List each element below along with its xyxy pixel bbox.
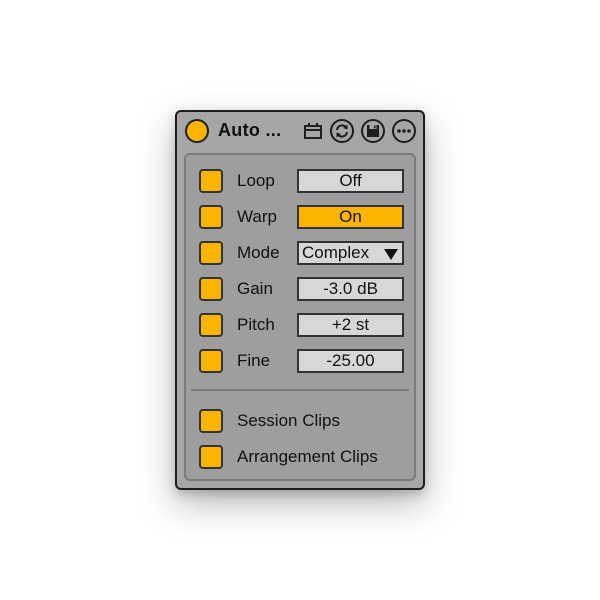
pitch-checkbox[interactable] — [199, 313, 223, 337]
device-panel: Loop Off Warp On Mode Complex Gain -3.0 … — [184, 153, 416, 481]
param-row-pitch: Pitch +2 st — [186, 312, 414, 338]
save-icon[interactable] — [361, 119, 385, 143]
gain-checkbox[interactable] — [199, 277, 223, 301]
param-row-fine: Fine -25.00 — [186, 348, 414, 374]
loop-checkbox[interactable] — [199, 169, 223, 193]
device-window: Auto ... Loop Off Warp On Mode Complex G… — [175, 110, 425, 490]
device-titlebar: Auto ... — [177, 112, 423, 150]
pitch-label: Pitch — [237, 315, 275, 334]
section-divider — [191, 389, 409, 391]
arrangement-clips-label: Arrangement Clips — [237, 447, 378, 466]
mode-dropdown-value: Complex — [302, 243, 370, 262]
mode-dropdown[interactable]: Complex — [297, 241, 404, 265]
device-power-button[interactable] — [185, 119, 209, 143]
pitch-field[interactable]: +2 st — [297, 313, 404, 337]
fine-checkbox[interactable] — [199, 349, 223, 373]
session-clips-checkbox[interactable] — [199, 409, 223, 433]
param-row-mode: Mode Complex — [186, 240, 414, 266]
loop-label: Loop — [237, 171, 275, 190]
warp-label: Warp — [237, 207, 277, 226]
param-row-gain: Gain -3.0 dB — [186, 276, 414, 302]
mode-checkbox[interactable] — [199, 241, 223, 265]
warp-checkbox[interactable] — [199, 205, 223, 229]
gain-field[interactable]: -3.0 dB — [297, 277, 404, 301]
target-row-arrangement-clips: Arrangement Clips — [186, 444, 414, 470]
more-icon[interactable] — [392, 119, 416, 143]
fine-label: Fine — [237, 351, 271, 370]
warp-toggle[interactable]: On — [297, 205, 404, 229]
dropdown-arrow-icon — [384, 249, 398, 260]
mode-label: Mode — [237, 243, 280, 262]
param-row-warp: Warp On — [186, 204, 414, 230]
param-row-loop: Loop Off — [186, 168, 414, 194]
gain-label: Gain — [237, 279, 273, 298]
loop-toggle[interactable]: Off — [297, 169, 404, 193]
target-row-session-clips: Session Clips — [186, 408, 414, 434]
arrangement-clips-checkbox[interactable] — [199, 445, 223, 469]
device-title[interactable]: Auto ... — [218, 120, 281, 141]
clip-icon[interactable] — [301, 119, 325, 143]
sync-icon[interactable] — [330, 119, 354, 143]
fine-field[interactable]: -25.00 — [297, 349, 404, 373]
session-clips-label: Session Clips — [237, 411, 340, 430]
